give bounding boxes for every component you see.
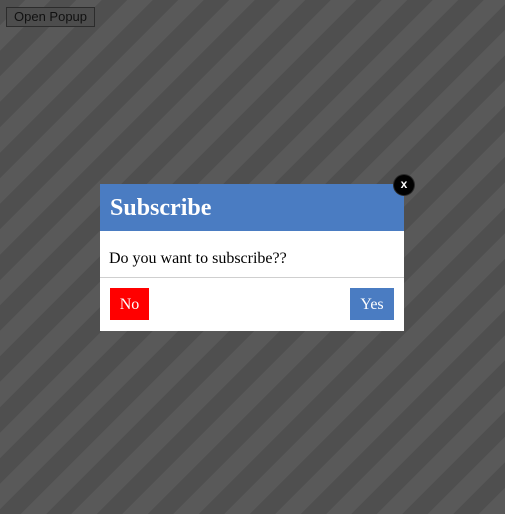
open-popup-button[interactable]: Open Popup <box>6 7 96 27</box>
popup-message: Do you want to subscribe?? <box>109 250 287 267</box>
popup-header: Subscribe <box>100 184 404 231</box>
subscribe-popup: Subscribe Do you want to subscribe?? No … <box>100 184 404 331</box>
close-icon[interactable]: x <box>394 175 414 195</box>
no-button[interactable]: No <box>110 288 149 320</box>
yes-button[interactable]: Yes <box>350 288 394 320</box>
popup-title: Subscribe <box>110 195 212 221</box>
popup-footer: No Yes <box>100 278 404 331</box>
popup-body: Do you want to subscribe?? <box>100 231 404 278</box>
